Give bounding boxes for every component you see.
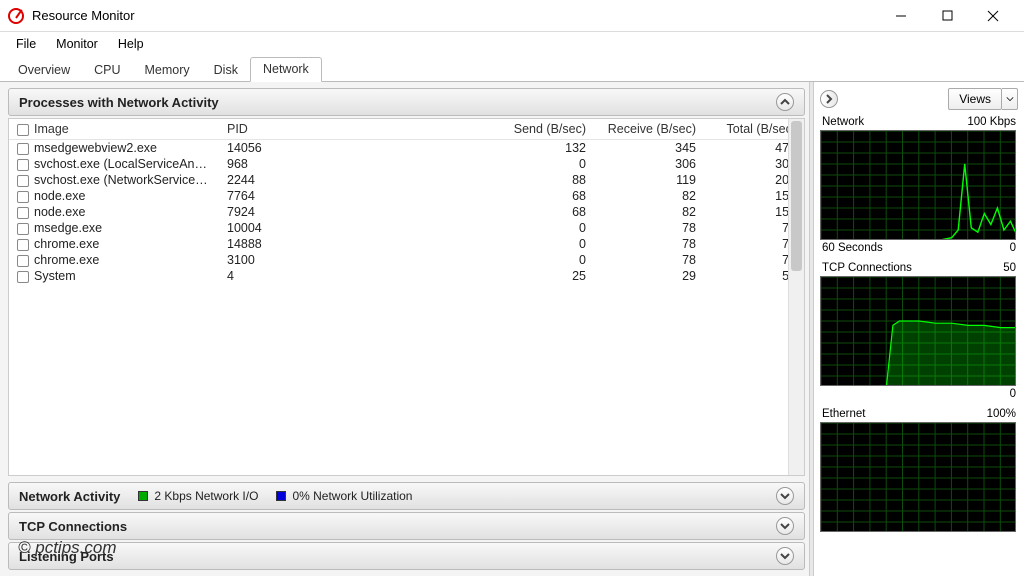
- chart-eth-title: Ethernet: [822, 408, 865, 420]
- views-dropdown-icon[interactable]: [1002, 88, 1018, 110]
- chart-network-max: 100 Kbps: [967, 116, 1016, 128]
- section-net-activity-title: Network Activity: [19, 489, 120, 504]
- row-checkbox[interactable]: [17, 255, 29, 267]
- titlebar: Resource Monitor: [0, 0, 1024, 32]
- net-io-stat: 2 Kbps Network I/O: [154, 489, 258, 503]
- table-row[interactable]: node.exe77646882150: [9, 188, 804, 204]
- swatch-green-icon: [138, 491, 148, 501]
- collapse-icon[interactable]: [776, 93, 794, 111]
- table-row[interactable]: node.exe79246882150: [9, 204, 804, 220]
- swatch-blue-icon: [276, 491, 286, 501]
- menu-help[interactable]: Help: [108, 35, 154, 53]
- menu-file[interactable]: File: [6, 35, 46, 53]
- tab-strip: Overview CPU Memory Disk Network: [0, 56, 1024, 82]
- chart-tcp-xright: 0: [1010, 388, 1016, 400]
- collapse-right-icon[interactable]: [820, 90, 838, 108]
- chart-ethernet: Ethernet 100%: [820, 408, 1018, 532]
- col-image[interactable]: Image: [34, 122, 69, 136]
- section-network-activity-header[interactable]: Network Activity 2 Kbps Network I/O 0% N…: [8, 482, 805, 510]
- section-tcp-title: TCP Connections: [19, 519, 127, 534]
- menubar: File Monitor Help: [0, 32, 1024, 56]
- row-checkbox[interactable]: [17, 223, 29, 235]
- row-checkbox[interactable]: [17, 207, 29, 219]
- row-checkbox[interactable]: [17, 175, 29, 187]
- tab-disk[interactable]: Disk: [202, 59, 250, 82]
- tab-network[interactable]: Network: [250, 57, 322, 82]
- table-row[interactable]: svchost.exe (LocalServiceAndN...96803063…: [9, 156, 804, 172]
- table-scrollbar[interactable]: [788, 119, 804, 475]
- row-checkbox[interactable]: [17, 191, 29, 203]
- watermark: © pctips.com: [18, 538, 117, 558]
- menu-monitor[interactable]: Monitor: [46, 35, 108, 53]
- row-checkbox[interactable]: [17, 143, 29, 155]
- expand-icon[interactable]: [776, 487, 794, 505]
- chart-tcp-max: 50: [1003, 262, 1016, 274]
- expand-icon[interactable]: [776, 547, 794, 565]
- app-icon: [8, 8, 24, 24]
- row-checkbox[interactable]: [17, 159, 29, 171]
- net-util-stat: 0% Network Utilization: [292, 489, 412, 503]
- tab-memory[interactable]: Memory: [133, 59, 202, 82]
- maximize-button[interactable]: [924, 0, 970, 32]
- processes-table: Image PID Send (B/sec) Receive (B/sec) T…: [8, 118, 805, 476]
- window-title: Resource Monitor: [32, 8, 135, 23]
- chart-network-title: Network: [822, 116, 864, 128]
- close-button[interactable]: [970, 0, 1016, 32]
- checkbox-all[interactable]: [17, 124, 29, 136]
- chart-eth-max: 100%: [987, 408, 1016, 420]
- section-processes-title: Processes with Network Activity: [19, 95, 219, 110]
- tab-cpu[interactable]: CPU: [82, 59, 132, 82]
- table-row[interactable]: chrome.exe1488807878: [9, 236, 804, 252]
- window-buttons: [878, 0, 1016, 32]
- row-checkbox[interactable]: [17, 271, 29, 283]
- table-row[interactable]: svchost.exe (NetworkService -p)224488119…: [9, 172, 804, 188]
- col-send[interactable]: Send (B/sec): [289, 119, 594, 140]
- views-button[interactable]: Views: [948, 88, 1002, 110]
- col-pid[interactable]: PID: [219, 119, 289, 140]
- chart-network: Network 100 Kbps 60 Seconds 0: [820, 116, 1018, 254]
- section-tcp-header[interactable]: TCP Connections: [8, 512, 805, 540]
- table-row[interactable]: msedgewebview2.exe14056132345477: [9, 140, 804, 157]
- chart-network-xleft: 60 Seconds: [822, 242, 883, 254]
- table-row[interactable]: msedge.exe1000407878: [9, 220, 804, 236]
- tab-overview[interactable]: Overview: [6, 59, 82, 82]
- table-row[interactable]: System4252954: [9, 268, 804, 284]
- section-ports-header[interactable]: Listening Ports: [8, 542, 805, 570]
- section-processes-header[interactable]: Processes with Network Activity: [8, 88, 805, 116]
- expand-icon[interactable]: [776, 517, 794, 535]
- minimize-button[interactable]: [878, 0, 924, 32]
- col-recv[interactable]: Receive (B/sec): [594, 119, 704, 140]
- row-checkbox[interactable]: [17, 239, 29, 251]
- chart-network-xright: 0: [1010, 242, 1016, 254]
- table-row[interactable]: chrome.exe310007878: [9, 252, 804, 268]
- charts-pane: Views Network 100 Kbps 60 Seconds 0 TCP …: [814, 82, 1024, 576]
- chart-tcp: TCP Connections 50 0: [820, 262, 1018, 400]
- chart-tcp-title: TCP Connections: [822, 262, 912, 274]
